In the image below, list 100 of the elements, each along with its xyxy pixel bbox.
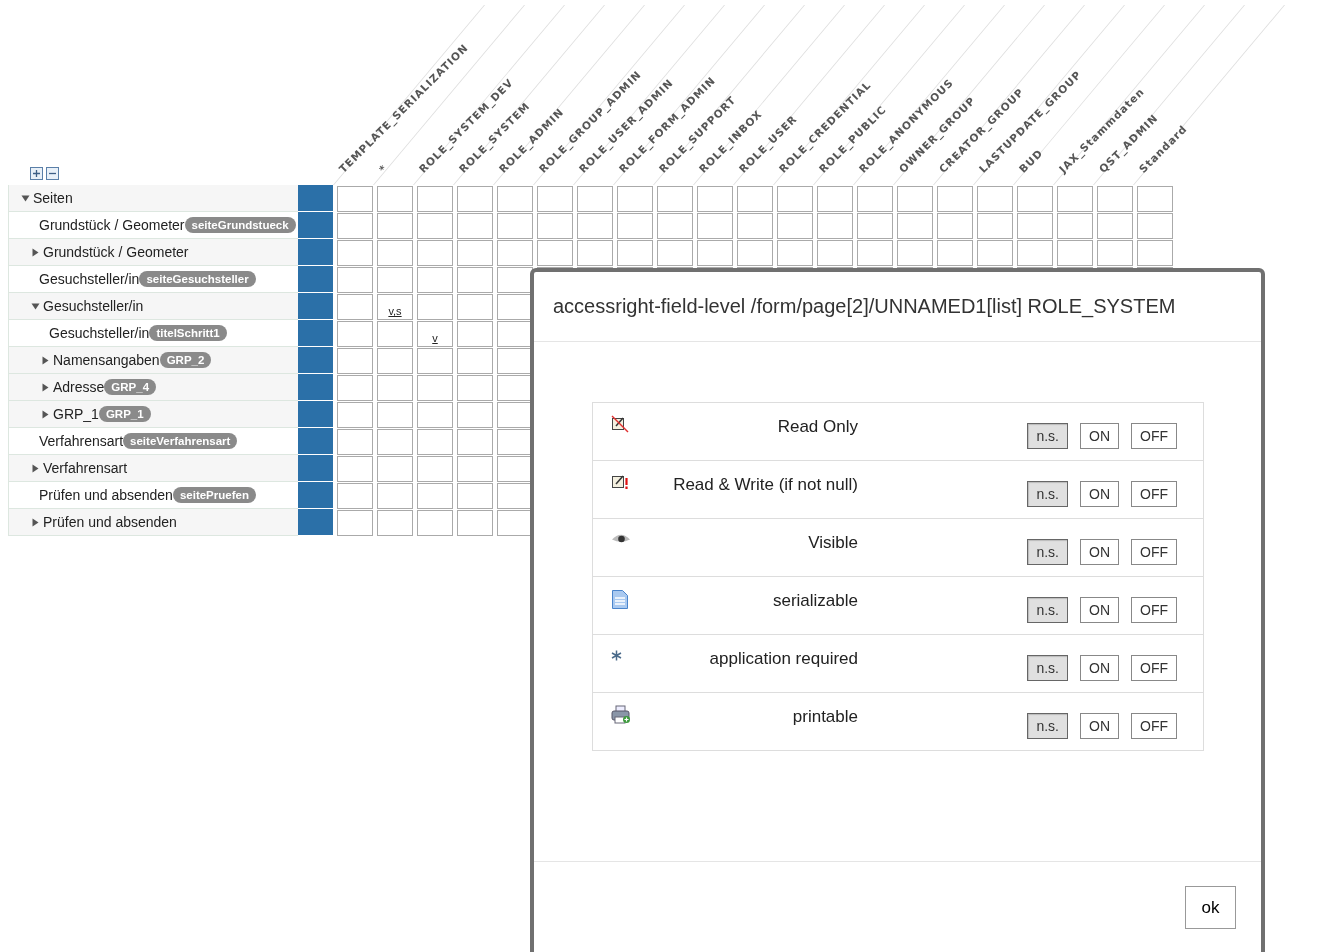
permission-cell[interactable]: [497, 213, 533, 239]
permission-cell[interactable]: [1137, 213, 1173, 239]
row-handle[interactable]: [298, 320, 333, 347]
state-button[interactable]: OFF: [1131, 713, 1177, 739]
permission-cell[interactable]: [457, 402, 493, 428]
permission-cell[interactable]: [337, 429, 373, 455]
permission-cell[interactable]: [337, 375, 373, 401]
permission-cell[interactable]: [457, 456, 493, 482]
permission-cell[interactable]: [457, 510, 493, 536]
permission-cell[interactable]: [377, 402, 413, 428]
permission-cell[interactable]: [497, 321, 533, 347]
permission-cell[interactable]: [337, 483, 373, 509]
permission-cell[interactable]: [497, 510, 533, 536]
permission-cell[interactable]: [937, 213, 973, 239]
row-handle[interactable]: [298, 239, 333, 266]
permission-cell[interactable]: [337, 456, 373, 482]
state-button[interactable]: ON: [1080, 713, 1119, 739]
state-button[interactable]: OFF: [1131, 423, 1177, 449]
permission-cell[interactable]: [857, 240, 893, 266]
permission-cell[interactable]: [337, 213, 373, 239]
permission-cell[interactable]: [337, 294, 373, 320]
tree-row[interactable]: Prüfen und absenden: [8, 509, 298, 536]
tree-row[interactable]: Gesuchsteller/in: [8, 293, 298, 320]
permission-cell[interactable]: [457, 267, 493, 293]
permission-cell[interactable]: [497, 402, 533, 428]
permission-cell[interactable]: [617, 186, 653, 212]
permission-cell[interactable]: [417, 267, 453, 293]
permission-cell[interactable]: [377, 267, 413, 293]
permission-cell[interactable]: [1097, 213, 1133, 239]
row-handle[interactable]: [298, 401, 333, 428]
tree-row[interactable]: Adresse GRP_4: [8, 374, 298, 401]
permission-cell[interactable]: [657, 213, 693, 239]
permission-cell[interactable]: [1057, 186, 1093, 212]
tree-row[interactable]: Verfahrensart seiteVerfahrensart: [8, 428, 298, 455]
permission-cell[interactable]: [457, 321, 493, 347]
permission-cell[interactable]: [417, 402, 453, 428]
tree-row[interactable]: Gesuchsteller/in seiteGesuchsteller: [8, 266, 298, 293]
state-button[interactable]: ON: [1080, 655, 1119, 681]
permission-cell[interactable]: [417, 348, 453, 374]
permission-cell[interactable]: [617, 240, 653, 266]
row-handle[interactable]: [298, 185, 333, 212]
permission-cell[interactable]: [737, 240, 773, 266]
state-button[interactable]: n.s.: [1027, 597, 1068, 623]
permission-cell[interactable]: [497, 267, 533, 293]
permission-cell[interactable]: [377, 240, 413, 266]
permission-cell[interactable]: [977, 213, 1013, 239]
permission-cell[interactable]: [857, 213, 893, 239]
permission-cell[interactable]: [937, 240, 973, 266]
tree-row[interactable]: Grundstück / Geometer seiteGrundstueck: [8, 212, 298, 239]
caret-down-icon[interactable]: [21, 193, 30, 203]
permission-cell[interactable]: [577, 186, 613, 212]
caret-down-icon[interactable]: [31, 301, 40, 311]
permission-cell[interactable]: [1137, 186, 1173, 212]
permission-cell[interactable]: [1057, 213, 1093, 239]
permission-cell[interactable]: [337, 267, 373, 293]
row-handle[interactable]: [298, 428, 333, 455]
permission-cell[interactable]: [777, 186, 813, 212]
row-handle[interactable]: [298, 482, 333, 509]
permission-cell[interactable]: [897, 240, 933, 266]
permission-cell[interactable]: [457, 483, 493, 509]
tree-row[interactable]: Prüfen und absenden seitePruefen: [8, 482, 298, 509]
permission-cell[interactable]: [737, 213, 773, 239]
permission-cell[interactable]: [497, 240, 533, 266]
permission-cell[interactable]: [1017, 240, 1053, 266]
permission-cell[interactable]: [817, 240, 853, 266]
ok-button[interactable]: ok: [1185, 886, 1236, 929]
permission-cell[interactable]: [817, 186, 853, 212]
permission-cell[interactable]: [817, 213, 853, 239]
permission-cell[interactable]: [457, 348, 493, 374]
permission-cell[interactable]: [497, 186, 533, 212]
permission-cell[interactable]: [737, 186, 773, 212]
permission-cell[interactable]: v: [417, 321, 453, 347]
permission-cell[interactable]: [497, 348, 533, 374]
permission-cell[interactable]: [1137, 240, 1173, 266]
permission-cell[interactable]: [1097, 240, 1133, 266]
collapse-all-icon[interactable]: [46, 167, 59, 180]
permission-cell[interactable]: [457, 375, 493, 401]
permission-cell[interactable]: [417, 510, 453, 536]
permission-cell[interactable]: [577, 240, 613, 266]
permission-cell[interactable]: [617, 213, 653, 239]
state-button[interactable]: n.s.: [1027, 713, 1068, 739]
row-handle[interactable]: [298, 347, 333, 374]
permission-cell[interactable]: [897, 186, 933, 212]
row-handle[interactable]: [298, 374, 333, 401]
permission-cell[interactable]: [337, 240, 373, 266]
permission-cell[interactable]: [777, 240, 813, 266]
permission-cell[interactable]: [497, 375, 533, 401]
caret-right-icon[interactable]: [31, 247, 40, 257]
permission-cell[interactable]: [657, 186, 693, 212]
permission-cell[interactable]: [457, 186, 493, 212]
state-button[interactable]: n.s.: [1027, 481, 1068, 507]
permission-cell[interactable]: [377, 510, 413, 536]
permission-cell[interactable]: [457, 240, 493, 266]
permission-cell[interactable]: [377, 348, 413, 374]
permission-cell[interactable]: [497, 456, 533, 482]
expand-all-icon[interactable]: [30, 167, 43, 180]
permission-cell[interactable]: [417, 429, 453, 455]
permission-cell[interactable]: [417, 456, 453, 482]
permission-cell[interactable]: [377, 321, 413, 347]
permission-cell[interactable]: [457, 213, 493, 239]
